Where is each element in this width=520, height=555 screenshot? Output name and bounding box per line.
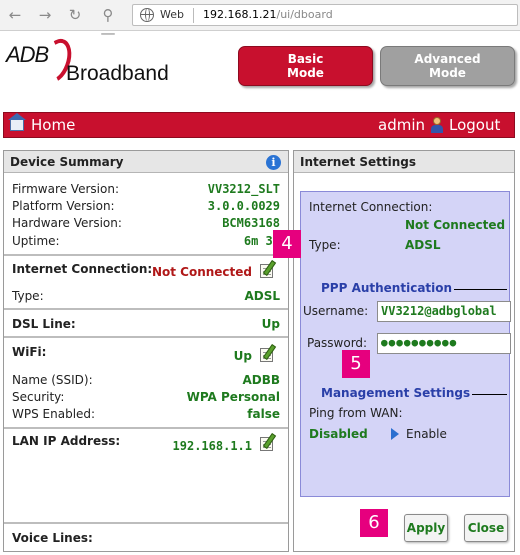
adb-broadband-logo: ADB Broadband	[2, 34, 197, 88]
logo-broadband-text: Broadband	[66, 62, 169, 85]
divider	[4, 308, 288, 310]
internet-settings-form: Internet Connection: Not Connected Type:…	[300, 191, 511, 497]
device-summary-panel: Device Summary i Firmware Version: VV321…	[3, 150, 289, 552]
advanced-mode-button[interactable]: Advanced Mode	[380, 46, 515, 86]
wifi-title: WiFi:	[12, 345, 47, 359]
hardware-value: BCM63168	[222, 216, 280, 230]
address-divider	[193, 8, 194, 23]
apply-button[interactable]: Apply	[404, 514, 448, 542]
edit-lan-icon[interactable]	[260, 433, 278, 452]
password-label: Password:	[307, 336, 368, 350]
reload-icon[interactable]: ↻	[66, 6, 84, 24]
ppp-auth-title: PPP Authentication	[321, 281, 455, 295]
internet-type-value: ADSL	[244, 289, 280, 303]
logout-link[interactable]: Logout	[449, 116, 500, 134]
basic-mode-label-1: Basic	[287, 52, 324, 66]
divider	[4, 522, 288, 524]
ssid-value: ADBB	[242, 373, 280, 387]
address-bar[interactable]: Web 192.168.1.21/ui/dboard	[132, 4, 518, 26]
home-link[interactable]: Home	[31, 116, 75, 134]
step-marker-6: 6	[360, 509, 388, 537]
url-text[interactable]: 192.168.1.21/ui/dboard	[203, 8, 333, 21]
security-label: Security:	[12, 390, 65, 404]
enable-link[interactable]: Enable	[406, 427, 447, 441]
edit-wifi-icon[interactable]	[260, 344, 278, 363]
forward-arrow-icon[interactable]: →	[36, 6, 54, 24]
connection-label: Internet Connection:	[309, 200, 433, 214]
browser-toolbar: ← → ↻ ⚲— Web 192.168.1.21/ui/dboard	[0, 0, 520, 42]
uptime-label: Uptime:	[12, 234, 60, 248]
globe-icon	[140, 8, 154, 22]
close-button[interactable]: Close	[464, 514, 508, 542]
edit-internet-icon[interactable]	[260, 260, 278, 279]
internet-type-label: Type:	[12, 289, 44, 303]
top-nav-bar: Home admin Logout	[3, 112, 515, 138]
ssid-label: Name (SSID):	[12, 373, 93, 387]
divider	[4, 336, 288, 338]
wifi-status-value: Up	[233, 349, 252, 363]
step-marker-4: 4	[273, 230, 301, 258]
internet-settings-title: Internet Settings	[294, 151, 514, 173]
wps-label: WPS Enabled:	[12, 407, 96, 421]
url-path: /ui/dboard	[276, 8, 333, 21]
user-icon	[430, 117, 444, 134]
basic-mode-button[interactable]: Basic Mode	[238, 46, 373, 86]
connection-value: Not Connected	[405, 218, 506, 232]
back-arrow-icon[interactable]: ←	[6, 6, 24, 24]
url-host: 192.168.1.21	[203, 8, 277, 21]
security-chip-label: Web	[160, 8, 184, 21]
internet-status-value: Not Connected	[151, 265, 252, 279]
platform-label: Platform Version:	[12, 199, 115, 213]
firmware-value: VV3212_SLT	[207, 182, 280, 196]
home-icon[interactable]	[8, 113, 26, 131]
enable-arrow-icon[interactable]	[391, 428, 399, 440]
ping-label: Ping from WAN:	[309, 406, 403, 420]
lan-ip-title: LAN IP Address:	[12, 434, 121, 448]
info-icon[interactable]: i	[266, 155, 281, 170]
username-label: admin	[378, 116, 425, 134]
advanced-mode-label-1: Advanced	[414, 52, 481, 66]
lan-ip-value: 192.168.1.1	[172, 439, 252, 453]
divider	[4, 427, 288, 429]
firmware-label: Firmware Version:	[12, 182, 119, 196]
dsl-line-value: Up	[261, 317, 280, 331]
hardware-label: Hardware Version:	[12, 216, 122, 230]
type-label: Type:	[309, 238, 341, 252]
internet-connection-title: Internet Connection:	[12, 262, 153, 276]
security-value: WPA Personal	[186, 390, 280, 404]
basic-mode-label-2: Mode	[287, 66, 324, 80]
username-label: Username:	[303, 304, 369, 318]
dsl-line-title: DSL Line:	[12, 317, 76, 331]
wps-value: false	[247, 407, 280, 421]
platform-value: 3.0.0.0029	[207, 199, 280, 213]
voice-lines-title: Voice Lines:	[12, 531, 93, 545]
step-marker-5: 5	[342, 350, 370, 378]
key-icon[interactable]: ⚲—	[96, 6, 120, 42]
mgmt-settings-title: Management Settings	[321, 386, 473, 400]
internet-settings-panel: Internet Settings Internet Connection: N…	[293, 150, 515, 552]
divider	[4, 254, 288, 256]
password-input[interactable]: ●●●●●●●●●●	[377, 333, 511, 354]
ping-value: Disabled	[309, 427, 368, 441]
username-input[interactable]: VV3212@adbglobal	[377, 301, 511, 322]
device-summary-title: Device Summary	[4, 151, 288, 173]
type-value: ADSL	[405, 238, 441, 252]
advanced-mode-label-2: Mode	[429, 66, 466, 80]
